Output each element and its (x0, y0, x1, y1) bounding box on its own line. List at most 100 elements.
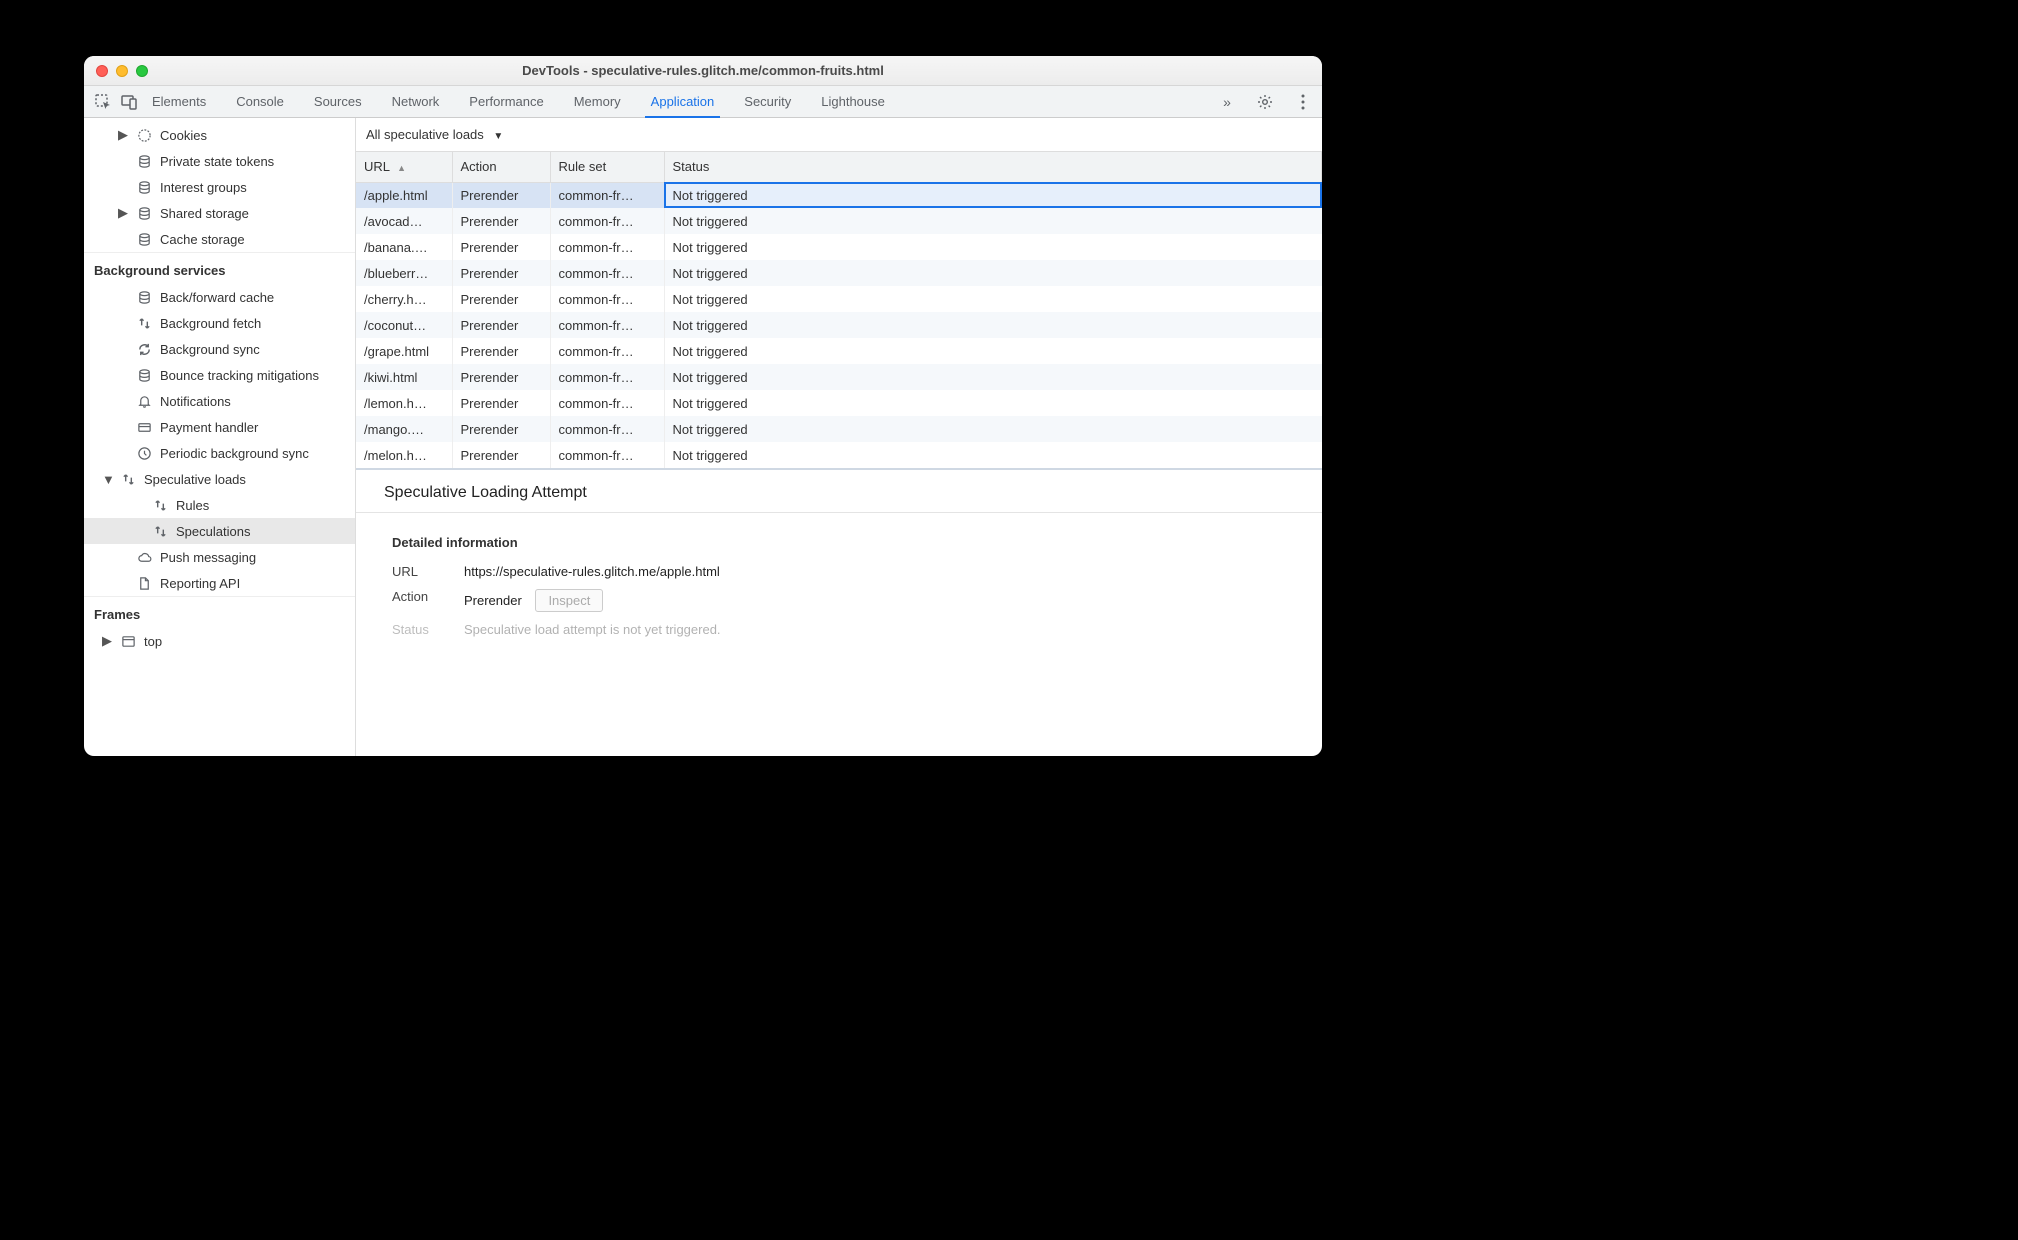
close-window-button[interactable] (96, 65, 108, 77)
updown-icon (136, 315, 152, 331)
file-icon (136, 575, 152, 591)
table-row[interactable]: /cherry.h…Prerendercommon-fr…Not trigger… (356, 286, 1322, 312)
table-row[interactable]: /blueberr…Prerendercommon-fr…Not trigger… (356, 260, 1322, 286)
sidebar-item-notifications[interactable]: Notifications (84, 388, 355, 414)
filter-bar: All speculative loads ▼ (356, 118, 1322, 152)
inspect-element-icon[interactable] (90, 89, 116, 115)
table-row[interactable]: /grape.htmlPrerendercommon-fr…Not trigge… (356, 338, 1322, 364)
sidebar-item-label: Private state tokens (160, 154, 274, 169)
cell-status: Not triggered (664, 364, 1322, 390)
column-header-status[interactable]: Status (664, 152, 1322, 182)
sidebar-item-speculations[interactable]: Speculations (84, 518, 355, 544)
cell-ruleset: common-fr… (550, 364, 664, 390)
cell-status: Not triggered (664, 416, 1322, 442)
table-row[interactable]: /apple.htmlPrerendercommon-fr…Not trigge… (356, 182, 1322, 208)
cell-url: /lemon.h… (356, 390, 452, 416)
inspect-button[interactable]: Inspect (535, 589, 603, 612)
detail-title: Speculative Loading Attempt (356, 470, 1322, 512)
chevron-right-icon[interactable]: ▶ (102, 633, 112, 649)
cell-status: Not triggered (664, 338, 1322, 364)
device-toolbar-icon[interactable] (116, 89, 142, 115)
cell-ruleset: common-fr… (550, 286, 664, 312)
table-row[interactable]: /avocad…Prerendercommon-fr…Not triggered (356, 208, 1322, 234)
sidebar-item-label: Reporting API (160, 576, 240, 591)
sidebar-item-back-forward-cache[interactable]: Back/forward cache (84, 284, 355, 310)
updown-icon (152, 523, 168, 539)
table-row[interactable]: /kiwi.htmlPrerendercommon-fr…Not trigger… (356, 364, 1322, 390)
table-row[interactable]: /melon.h…Prerendercommon-fr…Not triggere… (356, 442, 1322, 468)
filter-dropdown[interactable]: All speculative loads ▼ (366, 127, 503, 142)
cell-ruleset: common-fr… (550, 260, 664, 286)
cell-url: /blueberr… (356, 260, 452, 286)
sidebar-item-periodic-background-sync[interactable]: Periodic background sync (84, 440, 355, 466)
tab-sources[interactable]: Sources (312, 86, 364, 117)
speculations-table: URL ▲ Action Rule set Status /apple.html… (356, 152, 1322, 468)
tab-network[interactable]: Network (390, 86, 442, 117)
bell-icon (136, 393, 152, 409)
detail-section-header: Detailed information (392, 535, 1286, 550)
tab-memory[interactable]: Memory (572, 86, 623, 117)
sidebar-item-payment-handler[interactable]: Payment handler (84, 414, 355, 440)
titlebar: DevTools - speculative-rules.glitch.me/c… (84, 56, 1322, 86)
chevron-down-icon: ▼ (493, 131, 503, 142)
devtools-window: DevTools - speculative-rules.glitch.me/c… (84, 56, 1322, 756)
frame-icon (120, 633, 136, 649)
traffic-lights (96, 65, 148, 77)
cookie-icon (136, 127, 152, 143)
table-row[interactable]: /lemon.h…Prerendercommon-fr…Not triggere… (356, 390, 1322, 416)
application-sidebar: ▶Cookies Private state tokens Interest gro… (84, 118, 356, 756)
sidebar-item-background-fetch[interactable]: Background fetch (84, 310, 355, 336)
sidebar-item-cookies[interactable]: ▶Cookies (84, 122, 355, 148)
sidebar-item-background-sync[interactable]: Background sync (84, 336, 355, 362)
filter-label: All speculative loads (366, 127, 484, 142)
sidebar-item-private-state-tokens[interactable]: Private state tokens (84, 148, 355, 174)
tab-security[interactable]: Security (742, 86, 793, 117)
cell-action: Prerender (452, 416, 550, 442)
cell-action: Prerender (452, 312, 550, 338)
card-icon (136, 419, 152, 435)
settings-gear-icon[interactable] (1252, 89, 1278, 115)
table-row[interactable]: /banana.…Prerendercommon-fr…Not triggere… (356, 234, 1322, 260)
chevron-right-icon[interactable]: ▶ (118, 127, 128, 143)
cell-url: /melon.h… (356, 442, 452, 468)
cell-url: /mango.… (356, 416, 452, 442)
cell-url: /banana.… (356, 234, 452, 260)
minimize-window-button[interactable] (116, 65, 128, 77)
table-row[interactable]: /mango.…Prerendercommon-fr…Not triggered (356, 416, 1322, 442)
table-row[interactable]: /coconut…Prerendercommon-fr…Not triggere… (356, 312, 1322, 338)
sidebar-item-bounce-tracking-mitigations[interactable]: Bounce tracking mitigations (84, 362, 355, 388)
tab-performance[interactable]: Performance (467, 86, 545, 117)
cell-url: /cherry.h… (356, 286, 452, 312)
cell-action: Prerender (452, 286, 550, 312)
zoom-window-button[interactable] (136, 65, 148, 77)
sidebar-item-speculative-loads[interactable]: ▼Speculative loads (84, 466, 355, 492)
sidebar-item-label: top (144, 634, 162, 649)
cell-ruleset: common-fr… (550, 442, 664, 468)
sidebar-item-top[interactable]: ▶ top (84, 628, 355, 654)
sidebar-item-label: Speculations (176, 524, 250, 539)
sidebar-item-rules[interactable]: Rules (84, 492, 355, 518)
more-menu-icon[interactable] (1290, 89, 1316, 115)
column-header-url[interactable]: URL ▲ (356, 152, 452, 182)
column-header-ruleset[interactable]: Rule set (550, 152, 664, 182)
sidebar-item-reporting-api[interactable]: Reporting API (84, 570, 355, 596)
sidebar-item-cache-storage[interactable]: Cache storage (84, 226, 355, 252)
tab-elements[interactable]: Elements (150, 86, 208, 117)
cell-status: Not triggered (664, 208, 1322, 234)
tab-lighthouse[interactable]: Lighthouse (819, 86, 887, 117)
cell-url: /grape.html (356, 338, 452, 364)
tab-console[interactable]: Console (234, 86, 286, 117)
chevron-down-icon[interactable]: ▼ (102, 472, 112, 487)
column-header-action[interactable]: Action (452, 152, 550, 182)
cell-ruleset: common-fr… (550, 416, 664, 442)
sidebar-item-push-messaging[interactable]: Push messaging (84, 544, 355, 570)
sidebar-item-label: Background sync (160, 342, 260, 357)
tab-application[interactable]: Application (649, 86, 717, 117)
cell-action: Prerender (452, 442, 550, 468)
cell-action: Prerender (452, 364, 550, 390)
sidebar-item-shared-storage[interactable]: ▶Shared storage (84, 200, 355, 226)
sidebar-item-label: Cache storage (160, 232, 245, 247)
chevron-right-icon[interactable]: ▶ (118, 205, 128, 221)
overflow-tabs-icon[interactable]: » (1214, 89, 1240, 115)
sidebar-item-interest-groups[interactable]: Interest groups (84, 174, 355, 200)
